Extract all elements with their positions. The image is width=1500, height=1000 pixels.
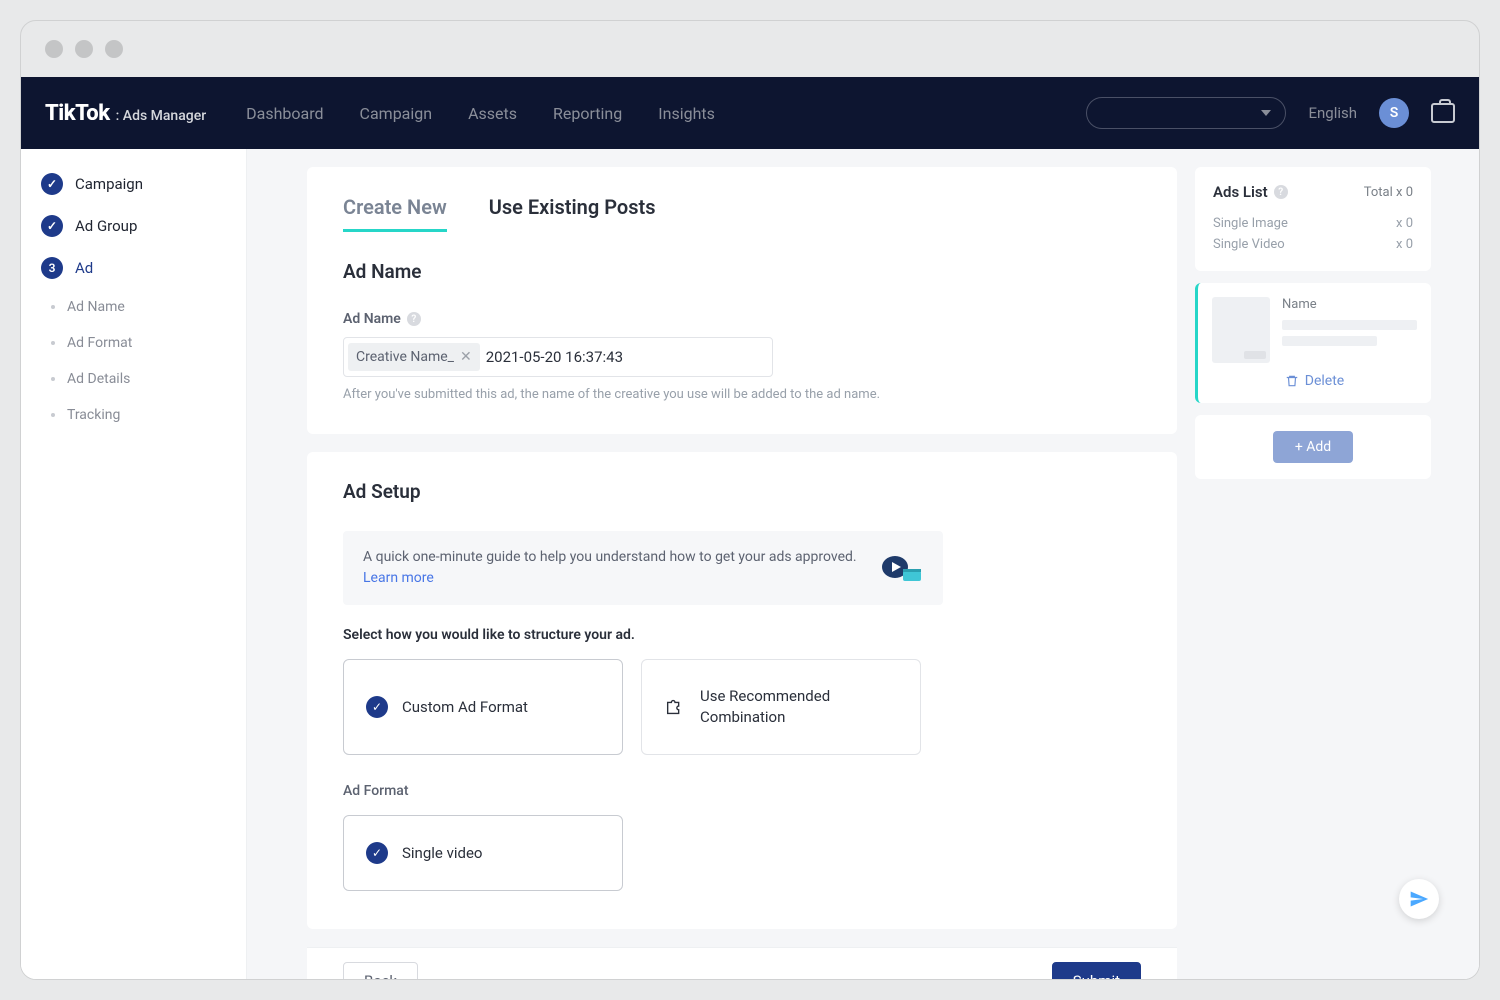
ad-name-value: 2021-05-20 16:37:43 bbox=[486, 348, 623, 366]
ad-format-label: Ad Format bbox=[343, 783, 1141, 799]
briefcase-icon[interactable] bbox=[1431, 103, 1455, 123]
check-icon bbox=[41, 173, 63, 195]
brand-name: TikTok bbox=[45, 101, 110, 126]
add-ad-card: + Add bbox=[1195, 415, 1431, 479]
ad-name-card: Create New Use Existing Posts Ad Name Ad… bbox=[307, 167, 1177, 434]
nav-reporting[interactable]: Reporting bbox=[553, 104, 622, 123]
tab-create-new[interactable]: Create New bbox=[343, 195, 447, 232]
check-icon bbox=[41, 215, 63, 237]
trash-icon bbox=[1285, 374, 1299, 388]
approval-guide-banner: A quick one-minute guide to help you und… bbox=[343, 531, 943, 605]
brand-subtitle: : Ads Manager bbox=[116, 108, 207, 124]
video-guide-icon[interactable] bbox=[881, 553, 923, 583]
ad-name-field-label: Ad Name ? bbox=[343, 311, 1141, 327]
tab-use-existing[interactable]: Use Existing Posts bbox=[489, 195, 656, 232]
check-icon bbox=[366, 842, 388, 864]
ads-list-row-video: Single Video x 0 bbox=[1213, 234, 1413, 255]
step-campaign[interactable]: Campaign bbox=[21, 163, 246, 205]
step-label: Ad bbox=[75, 259, 93, 277]
step-label: Ad Group bbox=[75, 217, 137, 235]
add-ad-button[interactable]: + Add bbox=[1273, 431, 1353, 463]
banner-text: A quick one-minute guide to help you und… bbox=[363, 547, 863, 589]
dot-icon bbox=[51, 305, 55, 309]
option-single-video[interactable]: Single video bbox=[343, 815, 623, 891]
preview-thumbnail bbox=[1212, 297, 1270, 363]
nav-campaign[interactable]: Campaign bbox=[360, 104, 433, 123]
app-header: TikTok : Ads Manager Dashboard Campaign … bbox=[21, 77, 1479, 149]
account-selector[interactable] bbox=[1086, 97, 1286, 129]
substep-tracking[interactable]: Tracking bbox=[21, 397, 246, 433]
puzzle-icon bbox=[664, 696, 686, 718]
user-avatar[interactable]: S bbox=[1379, 98, 1409, 128]
option-custom-format[interactable]: Custom Ad Format bbox=[343, 659, 623, 755]
dot-icon bbox=[51, 377, 55, 381]
left-sidebar: Campaign Ad Group 3 Ad Ad Name Ad Format… bbox=[21, 149, 247, 979]
option-recommended-combination[interactable]: Use Recommended Combination bbox=[641, 659, 921, 755]
help-icon[interactable]: ? bbox=[1274, 185, 1288, 199]
step-ad-group[interactable]: Ad Group bbox=[21, 205, 246, 247]
step-label: Campaign bbox=[75, 175, 143, 193]
structure-select-label: Select how you would like to structure y… bbox=[343, 627, 1141, 643]
step-ad[interactable]: 3 Ad bbox=[21, 247, 246, 289]
ad-name-input[interactable]: Creative Name_ ✕ 2021-05-20 16:37:43 bbox=[343, 337, 773, 377]
help-icon[interactable]: ? bbox=[407, 312, 421, 326]
nav-dashboard[interactable]: Dashboard bbox=[246, 104, 323, 123]
section-title-ad-name: Ad Name bbox=[343, 260, 1141, 283]
send-icon bbox=[1409, 889, 1429, 909]
browser-chrome bbox=[21, 21, 1479, 77]
dot-icon bbox=[51, 413, 55, 417]
delete-ad-button[interactable]: Delete bbox=[1212, 373, 1417, 389]
skeleton-line bbox=[1282, 336, 1377, 346]
back-button[interactable]: Back bbox=[343, 962, 418, 979]
ad-setup-card: Ad Setup A quick one-minute guide to hel… bbox=[307, 452, 1177, 929]
submit-button[interactable]: Submit bbox=[1052, 962, 1141, 979]
brand-logo: TikTok : Ads Manager bbox=[45, 101, 206, 126]
traffic-light-zoom[interactable] bbox=[105, 40, 123, 58]
traffic-light-close[interactable] bbox=[45, 40, 63, 58]
footer-bar: Back Submit bbox=[307, 947, 1177, 979]
main-nav: Dashboard Campaign Assets Reporting Insi… bbox=[246, 104, 715, 123]
ads-list-total: Total x 0 bbox=[1364, 185, 1413, 200]
nav-assets[interactable]: Assets bbox=[468, 104, 517, 123]
nav-insights[interactable]: Insights bbox=[658, 104, 715, 123]
section-title-ad-setup: Ad Setup bbox=[343, 480, 1141, 503]
step-number-badge: 3 bbox=[41, 257, 63, 279]
ads-list-panel: Ads List ? Total x 0 Single Image x 0 Si… bbox=[1195, 167, 1431, 271]
learn-more-link[interactable]: Learn more bbox=[363, 570, 434, 586]
preview-name-label: Name bbox=[1282, 297, 1417, 312]
dot-icon bbox=[51, 341, 55, 345]
tag-remove-icon[interactable]: ✕ bbox=[460, 349, 472, 365]
substep-ad-format[interactable]: Ad Format bbox=[21, 325, 246, 361]
creative-name-tag: Creative Name_ ✕ bbox=[348, 343, 480, 371]
help-fab[interactable] bbox=[1399, 879, 1439, 919]
traffic-light-minimize[interactable] bbox=[75, 40, 93, 58]
substep-ad-details[interactable]: Ad Details bbox=[21, 361, 246, 397]
ad-preview-card[interactable]: Name Delete bbox=[1195, 283, 1431, 403]
ads-list-title: Ads List ? bbox=[1213, 183, 1288, 201]
substep-ad-name[interactable]: Ad Name bbox=[21, 289, 246, 325]
skeleton-line bbox=[1282, 320, 1417, 330]
ad-name-help-text: After you've submitted this ad, the name… bbox=[343, 387, 1141, 402]
language-switch[interactable]: English bbox=[1308, 104, 1357, 122]
ads-list-row-image: Single Image x 0 bbox=[1213, 213, 1413, 234]
check-icon bbox=[366, 696, 388, 718]
